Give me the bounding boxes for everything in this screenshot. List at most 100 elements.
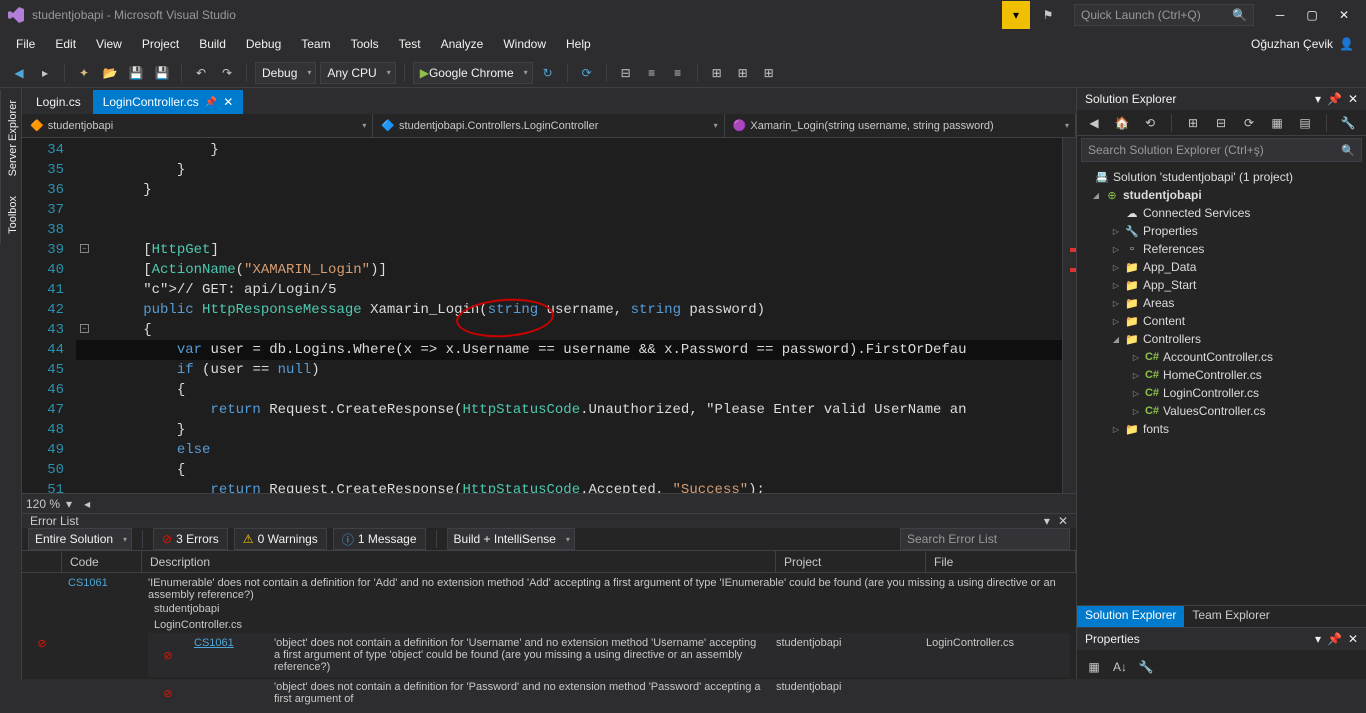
undo-icon[interactable]: ↶: [190, 62, 212, 84]
user-name[interactable]: Oğuzhan Çevik: [1251, 37, 1333, 51]
menu-test[interactable]: Test: [389, 33, 431, 55]
tree-item[interactable]: ▷▫References: [1077, 240, 1366, 258]
se-back-icon[interactable]: ◀: [1083, 112, 1105, 134]
pane-menu-icon[interactable]: ▾: [1044, 514, 1050, 528]
pane-close-icon[interactable]: ✕: [1348, 92, 1358, 106]
maximize-button[interactable]: ▢: [1298, 1, 1326, 29]
nav-back-icon[interactable]: ◀: [8, 62, 30, 84]
nav-member[interactable]: 🟣 Xamarin_Login(string username, string …: [725, 114, 1076, 137]
code-editor[interactable]: 343536373839404142434445464748495051 −− …: [22, 138, 1076, 493]
pane-close-icon[interactable]: ✕: [1058, 514, 1068, 528]
tab-team-explorer[interactable]: Team Explorer: [1184, 606, 1277, 627]
col-file[interactable]: File: [926, 551, 1076, 572]
se-preview-icon[interactable]: ▤: [1294, 112, 1316, 134]
zoom-level[interactable]: 120 %: [26, 497, 60, 511]
error-row[interactable]: ⊘ CS1061 'IEnumerable' does not contain …: [22, 573, 1076, 713]
se-home-icon[interactable]: 🏠: [1111, 112, 1133, 134]
menu-edit[interactable]: Edit: [45, 33, 86, 55]
run-dropdown[interactable]: ▶ Google Chrome: [413, 62, 533, 84]
platform-dropdown[interactable]: Any CPU: [320, 62, 395, 84]
side-tab-server-explorer[interactable]: Server Explorer: [0, 90, 21, 186]
error-search[interactable]: Search Error List: [900, 528, 1070, 550]
notification-icon[interactable]: ▾: [1002, 1, 1030, 29]
minimap[interactable]: [1062, 138, 1076, 493]
nav-project[interactable]: 🔶 studentjobapi: [22, 114, 373, 137]
tree-file[interactable]: ▷C#HomeController.cs: [1077, 366, 1366, 384]
col-code[interactable]: Code: [62, 551, 142, 572]
refresh-icon[interactable]: ↻: [537, 62, 559, 84]
se-collapse-icon[interactable]: ⊟: [1210, 112, 1232, 134]
tree-item[interactable]: ◢📁Controllers: [1077, 330, 1366, 348]
se-wrench-icon[interactable]: 🔧: [1337, 112, 1359, 134]
browser-link-icon[interactable]: ⟳: [576, 62, 598, 84]
save-icon[interactable]: 💾: [125, 62, 147, 84]
quick-launch[interactable]: Quick Launch (Ctrl+Q)🔍: [1074, 4, 1254, 26]
feedback-icon[interactable]: ⚑: [1034, 1, 1062, 29]
error-row[interactable]: ⊘ CS1061 'object' does not contain a def…: [148, 633, 1070, 677]
warnings-filter[interactable]: ⚠0 Warnings: [234, 528, 327, 550]
se-props-icon[interactable]: ▦: [1266, 112, 1288, 134]
tree-item[interactable]: ▷📁App_Data: [1077, 258, 1366, 276]
error-scope-dropdown[interactable]: Entire Solution: [28, 528, 132, 550]
tab-close-icon[interactable]: ✕: [223, 95, 233, 109]
pane-close-icon[interactable]: ✕: [1348, 632, 1358, 646]
tree-file[interactable]: ▷C#LoginController.cs: [1077, 384, 1366, 402]
menu-window[interactable]: Window: [493, 33, 556, 55]
close-button[interactable]: ✕: [1330, 1, 1358, 29]
pane-pin-icon[interactable]: 📌: [1327, 632, 1342, 646]
menu-view[interactable]: View: [86, 33, 132, 55]
col-project[interactable]: Project: [776, 551, 926, 572]
tree-item[interactable]: ▷📁fonts: [1077, 420, 1366, 438]
menu-help[interactable]: Help: [556, 33, 601, 55]
tb-icon-a[interactable]: ⊟: [615, 62, 637, 84]
tree-item[interactable]: ▷📁Content: [1077, 312, 1366, 330]
menu-debug[interactable]: Debug: [236, 33, 291, 55]
config-dropdown[interactable]: Debug: [255, 62, 316, 84]
tb-icon-f[interactable]: ⊞: [758, 62, 780, 84]
tree-item[interactable]: ▷📁App_Start: [1077, 276, 1366, 294]
se-sync-icon[interactable]: ⟲: [1139, 112, 1161, 134]
tab-login-cs[interactable]: Login.cs: [26, 90, 91, 114]
col-description[interactable]: Description: [142, 551, 776, 572]
pane-pin-icon[interactable]: 📌: [1327, 92, 1342, 106]
props-cat-icon[interactable]: ▦: [1083, 656, 1105, 678]
props-az-icon[interactable]: A↓: [1109, 656, 1131, 678]
errors-filter[interactable]: ⊘3 Errors: [153, 528, 228, 550]
se-refresh-icon[interactable]: ⊞: [1182, 112, 1204, 134]
build-filter-dropdown[interactable]: Build + IntelliSense: [447, 528, 575, 550]
tree-item[interactable]: ☁Connected Services: [1077, 204, 1366, 222]
minimize-button[interactable]: ─: [1266, 1, 1294, 29]
redo-icon[interactable]: ↷: [216, 62, 238, 84]
solution-tree[interactable]: 📇Solution 'studentjobapi' (1 project)◢⊕s…: [1077, 164, 1366, 605]
se-showall-icon[interactable]: ⟳: [1238, 112, 1260, 134]
menu-project[interactable]: Project: [132, 33, 189, 55]
side-tab-toolbox[interactable]: Toolbox: [0, 186, 21, 244]
error-row[interactable]: ⊘ 'object' does not contain a definition…: [148, 677, 1070, 709]
tb-icon-b[interactable]: ≡: [641, 62, 663, 84]
new-project-icon[interactable]: ✦: [73, 62, 95, 84]
menu-analyze[interactable]: Analyze: [431, 33, 494, 55]
nav-class[interactable]: 🔷 studentjobapi.Controllers.LoginControl…: [373, 114, 724, 137]
nav-fwd-icon[interactable]: ▸: [34, 62, 56, 84]
menu-build[interactable]: Build: [189, 33, 236, 55]
menu-tools[interactable]: Tools: [341, 33, 389, 55]
tb-icon-c[interactable]: ≡: [667, 62, 689, 84]
pane-menu-icon[interactable]: ▾: [1315, 92, 1321, 106]
pin-icon[interactable]: 📌: [205, 97, 217, 108]
se-search[interactable]: Search Solution Explorer (Ctrl+ş): [1081, 138, 1362, 162]
tab-logincontroller-cs[interactable]: LoginController.cs📌✕: [93, 90, 244, 114]
tree-file[interactable]: ▷C#ValuesController.cs: [1077, 402, 1366, 420]
tab-solution-explorer[interactable]: Solution Explorer: [1077, 606, 1184, 627]
props-wrench-icon[interactable]: 🔧: [1135, 656, 1157, 678]
tree-item[interactable]: ▷📁Areas: [1077, 294, 1366, 312]
messages-filter[interactable]: ⓘ1 Message: [333, 528, 426, 550]
open-icon[interactable]: 📂: [99, 62, 121, 84]
tree-item[interactable]: ▷🔧Properties: [1077, 222, 1366, 240]
menu-file[interactable]: File: [6, 33, 45, 55]
menu-team[interactable]: Team: [291, 33, 340, 55]
save-all-icon[interactable]: 💾: [151, 62, 173, 84]
tb-icon-d[interactable]: ⊞: [706, 62, 728, 84]
tree-file[interactable]: ▷C#AccountController.cs: [1077, 348, 1366, 366]
tb-icon-e[interactable]: ⊞: [732, 62, 754, 84]
pane-menu-icon[interactable]: ▾: [1315, 632, 1321, 646]
